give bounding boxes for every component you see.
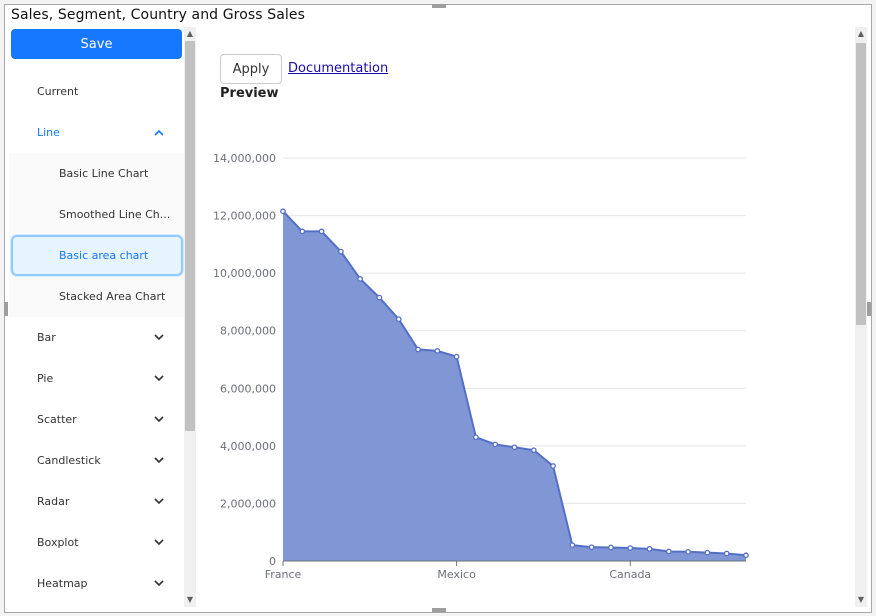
data-point	[280, 208, 286, 215]
scroll-up-arrow-icon[interactable]: ▲	[855, 27, 867, 41]
menu-item-label: Pie	[37, 372, 54, 385]
data-point	[646, 546, 653, 552]
series-area	[283, 211, 746, 561]
chevron-down-icon	[154, 334, 164, 341]
data-point	[434, 348, 441, 354]
menu-item-label: Basic Line Chart	[59, 167, 149, 180]
data-point	[588, 544, 595, 551]
data-point	[376, 294, 383, 301]
menu-item-stacked-area-chart[interactable]: Stacked Area Chart	[9, 276, 185, 317]
save-button[interactable]: Save	[11, 29, 182, 59]
menu-item-label: Candlestick	[37, 454, 101, 467]
y-tick-label: 10,000,000	[213, 267, 276, 280]
chevron-down-icon	[154, 539, 164, 546]
menu-item-label: Scatter	[37, 413, 77, 426]
chevron-down-icon	[154, 498, 164, 505]
chevron-down-icon	[154, 580, 164, 587]
menu-item-label: Stacked Area Chart	[59, 290, 166, 303]
y-tick-label: 12,000,000	[213, 210, 276, 223]
sidebar-scroll-thumb[interactable]	[185, 41, 195, 431]
data-point	[627, 545, 634, 551]
menu-item-label: Bar	[37, 331, 56, 344]
resize-handle-right[interactable]	[867, 302, 871, 316]
data-point	[550, 463, 556, 469]
chart-type-menu: Current Line Basic Line Chart Smoothed L…	[9, 71, 185, 604]
menu-item-label: Current	[37, 85, 79, 98]
menu-item-radar[interactable]: Radar	[9, 481, 185, 522]
menu-item-current[interactable]: Current	[9, 71, 185, 112]
resize-handle-left[interactable]	[4, 302, 8, 316]
x-tick-label: France	[265, 568, 302, 581]
chevron-down-icon	[154, 457, 164, 464]
data-point	[685, 548, 691, 555]
menu-item-label: Smoothed Line Ch...	[59, 208, 171, 221]
resize-handle-top[interactable]	[432, 4, 446, 8]
menu-item-label: Radar	[37, 495, 70, 508]
data-point	[743, 552, 749, 559]
data-point	[704, 549, 711, 556]
menu-item-smoothed-line-chart[interactable]: Smoothed Line Ch...	[9, 194, 185, 235]
menu-item-bar[interactable]: Bar	[9, 317, 185, 358]
data-point	[665, 548, 672, 555]
app-window: Sales, Segment, Country and Gross Sales …	[4, 4, 872, 613]
line-submenu: Basic Line Chart Smoothed Line Ch... Bas…	[9, 153, 185, 317]
sidebar-scrollbar[interactable]: ▲ ▼	[184, 27, 196, 607]
menu-item-label: Line	[37, 126, 60, 139]
data-point	[473, 434, 479, 441]
data-point	[318, 228, 325, 235]
scroll-down-arrow-icon[interactable]: ▼	[184, 593, 196, 607]
menu-item-basic-line-chart[interactable]: Basic Line Chart	[9, 153, 185, 194]
sidebar: Save Current Line Basic Line Chart Smoot…	[9, 27, 187, 607]
data-point	[608, 544, 614, 551]
data-point	[338, 248, 344, 255]
menu-item-label: Basic area chart	[59, 249, 149, 262]
data-point	[569, 542, 576, 549]
menu-item-scatter[interactable]: Scatter	[9, 399, 185, 440]
data-point	[492, 441, 499, 448]
data-point	[357, 276, 364, 282]
preview-panel: Apply Documentation Preview 0 2,000,000 4,…	[197, 27, 851, 607]
chevron-down-icon	[154, 375, 164, 382]
y-tick-label: 8,000,000	[220, 325, 276, 338]
scroll-up-arrow-icon[interactable]: ▲	[184, 27, 196, 41]
menu-item-pie[interactable]: Pie	[9, 358, 185, 399]
y-tick-label: 2,000,000	[220, 497, 276, 510]
menu-item-line[interactable]: Line	[9, 112, 185, 153]
menu-item-candlestick[interactable]: Candlestick	[9, 440, 185, 481]
data-point	[511, 444, 518, 451]
y-tick-label: 6,000,000	[220, 382, 276, 395]
main-scroll-thumb[interactable]	[856, 43, 866, 325]
x-tick-label: Mexico	[437, 568, 476, 581]
window-title: Sales, Segment, Country and Gross Sales	[11, 7, 305, 23]
menu-item-basic-area-chart[interactable]: Basic area chart	[11, 235, 183, 276]
data-point	[530, 447, 537, 454]
menu-item-heatmap[interactable]: Heatmap	[9, 563, 185, 604]
data-point	[395, 316, 402, 323]
chevron-down-icon	[154, 416, 164, 423]
scroll-down-arrow-icon[interactable]: ▼	[855, 593, 867, 607]
menu-item-boxplot[interactable]: Boxplot	[9, 522, 185, 563]
data-point	[453, 353, 460, 360]
data-point	[415, 346, 421, 353]
y-tick-label: 14,000,000	[213, 152, 276, 165]
resize-handle-bottom[interactable]	[432, 608, 446, 612]
x-tick-label: Canada	[609, 568, 651, 581]
main-scrollbar[interactable]: ▲ ▼	[855, 27, 867, 607]
y-tick-label: 0	[269, 555, 276, 568]
menu-item-label: Boxplot	[37, 536, 79, 549]
chevron-up-icon	[154, 129, 164, 136]
menu-item-label: Heatmap	[37, 577, 88, 590]
y-tick-label: 4,000,000	[220, 440, 276, 453]
data-point	[723, 550, 730, 557]
area-chart: 0 2,000,000 4,000,000 6,000,000 8,000,000 10,…	[213, 152, 749, 581]
data-point	[299, 228, 306, 235]
